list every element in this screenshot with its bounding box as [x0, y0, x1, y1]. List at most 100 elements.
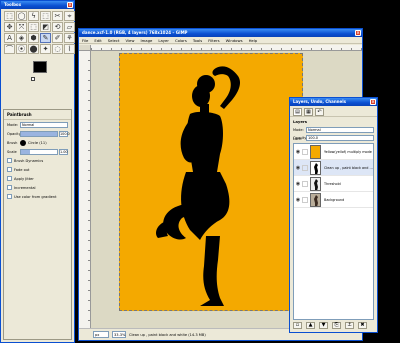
option-check-row[interactable]: Brush Dynamics [4, 156, 71, 165]
menu-select[interactable]: Select [108, 37, 120, 43]
reset-colors-icon[interactable] [31, 77, 35, 81]
anchor-layer-button[interactable]: ⚓ [345, 322, 354, 329]
menu-filters[interactable]: Filters [208, 37, 219, 43]
scale-slider[interactable] [20, 148, 58, 155]
tool-button[interactable]: ⟲ [52, 22, 63, 32]
tool-button[interactable]: ⌒ [4, 44, 15, 54]
chain-icon[interactable] [302, 164, 308, 171]
mode-label: Mode: [7, 122, 19, 127]
menu-layer[interactable]: Layer [158, 37, 169, 43]
tool-button[interactable]: A [4, 33, 15, 43]
mode-row: Mode: Normal [4, 120, 71, 129]
layer-mode-select[interactable]: Normal [306, 127, 374, 133]
option-check-label: Fade out [14, 167, 30, 172]
menu-file[interactable]: File [82, 37, 88, 43]
tool-button[interactable]: ▱ [64, 22, 75, 32]
scale-row: Scale 1.00 [4, 147, 71, 156]
close-icon[interactable]: × [67, 2, 73, 8]
layer-row[interactable]: ◉ Yellow(yellof) multiply mode [294, 144, 373, 160]
vertical-ruler[interactable] [79, 51, 91, 328]
tool-button[interactable]: ✐ [52, 33, 63, 43]
layer-buttons: ▫ ▲ ▼ ⎘ ⚓ ✖ [293, 322, 374, 330]
chain-icon[interactable] [302, 196, 308, 203]
menu-edit[interactable]: Edit [94, 37, 101, 43]
tab-channels-icon[interactable]: ▦ [304, 108, 313, 116]
lock-row: Lock: [290, 135, 305, 143]
opacity-value[interactable]: 100.0 [59, 130, 70, 137]
menu-image[interactable]: Image [140, 37, 152, 43]
eye-icon[interactable]: ◉ [294, 165, 302, 171]
option-check-label: Use color from gradient [14, 194, 57, 199]
brush-preview-icon[interactable] [20, 139, 26, 146]
tool-button[interactable]: ϟ [28, 11, 39, 21]
menu-tools[interactable]: Tools [193, 37, 202, 43]
duplicate-layer-button[interactable]: ⎘ [332, 322, 341, 329]
layer-name: Background [324, 197, 345, 202]
menu-colors[interactable]: Colors [175, 37, 187, 43]
option-check-row[interactable]: Incremental [4, 183, 71, 192]
tool-button[interactable]: ⬚ [4, 11, 15, 21]
tool-button[interactable]: ✦ [40, 44, 51, 54]
image-canvas[interactable] [119, 53, 303, 311]
layer-opacity-value[interactable]: 100.0 [306, 135, 374, 141]
tool-button[interactable]: ◩ [40, 22, 51, 32]
tool-button[interactable]: ⦿ [16, 44, 27, 54]
tool-button[interactable]: ◯ [16, 11, 27, 21]
close-icon[interactable]: × [355, 30, 361, 36]
tool-button[interactable]: ✥ [4, 22, 15, 32]
delete-layer-button[interactable]: ✖ [358, 322, 367, 329]
checkbox[interactable] [7, 194, 12, 199]
lock-label: Lock: [293, 137, 303, 141]
layer-row[interactable]: ◉ Clean up , paint black and white [294, 160, 373, 176]
tool-button[interactable]: ◌ [52, 44, 63, 54]
tool-button[interactable]: ✂ [52, 11, 63, 21]
paintbrush-tool-button[interactable]: ✎ [40, 33, 51, 43]
new-layer-button[interactable]: ▫ [293, 322, 302, 329]
mode-select[interactable]: Normal [20, 121, 68, 128]
tool-button[interactable]: ⚘ [64, 33, 75, 43]
eye-icon[interactable]: ◉ [294, 181, 302, 187]
chain-icon[interactable] [302, 148, 308, 155]
checkbox[interactable] [7, 185, 12, 190]
checkbox[interactable] [7, 167, 12, 172]
foreground-color-swatch[interactable] [33, 61, 47, 73]
menu-view[interactable]: View [125, 37, 134, 43]
close-icon[interactable]: × [370, 99, 376, 105]
layer-name: Threshold [324, 181, 341, 186]
tool-button[interactable]: ⌖ [64, 11, 75, 21]
chain-icon[interactable] [302, 180, 308, 187]
tool-button[interactable]: ⤧ [16, 22, 27, 32]
toolbox-titlebar[interactable]: Toolbox × [1, 1, 74, 9]
option-check-row[interactable]: Fade out [4, 165, 71, 174]
tab-layers-icon[interactable]: ▤ [293, 108, 302, 116]
scale-value[interactable]: 1.00 [59, 148, 68, 155]
opacity-slider[interactable] [20, 130, 58, 137]
tool-button[interactable]: ⬚ [28, 22, 39, 32]
checkbox[interactable] [7, 176, 12, 181]
menu-help[interactable]: Help [249, 37, 258, 43]
layers-dialog-titlebar[interactable]: Layers, Undo, Channels × [290, 98, 377, 106]
option-check-label: Apply Jitter [14, 176, 34, 181]
option-check-label: Brush Dynamics [14, 158, 44, 163]
option-check-row[interactable]: Use color from gradient [4, 192, 71, 201]
raise-layer-button[interactable]: ▲ [306, 322, 315, 329]
image-window-titlebar[interactable]: dance.xcf-1.0 (RGB, 4 layers) 768x1024 –… [79, 29, 362, 37]
option-check-row[interactable]: Apply Jitter [4, 174, 71, 183]
checkbox[interactable] [7, 158, 12, 163]
lower-layer-button[interactable]: ▼ [319, 322, 328, 329]
tool-button[interactable]: ◈ [16, 33, 27, 43]
tab-undo-icon[interactable]: ↶ [315, 108, 324, 116]
layers-dialog-title: Layers, Undo, Channels [293, 99, 346, 104]
layer-row[interactable]: ◉ Threshold [294, 176, 373, 192]
layer-row[interactable]: ◉ Background [294, 192, 373, 208]
eye-icon[interactable]: ◉ [294, 149, 302, 155]
tool-button[interactable]: ⬢ [28, 33, 39, 43]
unit-select[interactable]: px [93, 331, 109, 338]
tool-button[interactable]: ⬤ [28, 44, 39, 54]
menu-windows[interactable]: Windows [226, 37, 243, 43]
tool-button[interactable]: ⌇ [64, 44, 75, 54]
option-check-label: Incremental [14, 185, 36, 190]
eye-icon[interactable]: ◉ [294, 197, 302, 203]
zoom-select[interactable]: 33.3% [112, 331, 126, 338]
tool-button[interactable]: ⬚ [40, 11, 51, 21]
